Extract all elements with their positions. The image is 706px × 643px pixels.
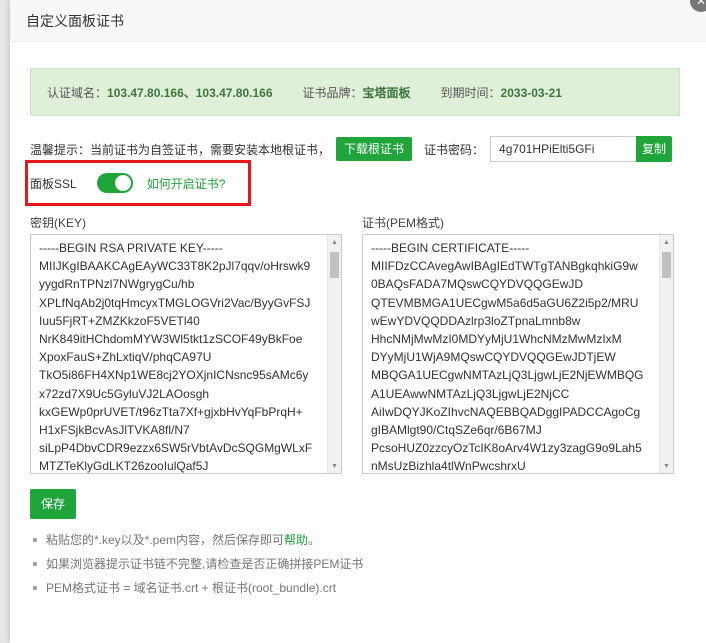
help-link[interactable]: 帮助 xyxy=(284,533,308,547)
hint-row: 温馨提示：当前证书为自签证书，需要安装本地根证书， 下载根证书 证书密码： 复制 xyxy=(30,136,673,162)
key-text-line: XPLfNqAb2j0tqHmcyxTMGLOGVri2Vac/ByyGvFSJ xyxy=(39,295,311,310)
cert-textarea[interactable]: -----BEGIN CERTIFICATE----- MIIFDzCCAvegA… xyxy=(362,234,674,474)
cert-text-line: -----BEGIN CERTIFICATE----- xyxy=(371,241,530,255)
cert-text-line: MBQGA1UECgwNMTAzLjQ3LjgwLjE2NjEWMBQG xyxy=(371,368,644,383)
copy-password-button[interactable]: 复制 xyxy=(636,136,673,162)
tips-list: 粘贴您的*.key以及*.pem内容，然后保存即可帮助。 如果浏览器提示证书链不… xyxy=(30,530,363,602)
key-text-line: MTZTeKlyGdLKT26zooIulQaf5J xyxy=(39,459,209,474)
bullet-dot-icon xyxy=(33,586,37,590)
cert-brand: 证书品牌：宝塔面板 xyxy=(303,84,411,101)
tip-item: 粘贴您的*.key以及*.pem内容，然后保存即可帮助。 xyxy=(30,530,363,554)
tip-item: 如果浏览器提示证书链不完整,请检查是否正确拼接PEM证书 xyxy=(30,554,363,578)
tip1-suffix: 。 xyxy=(308,533,321,547)
panel-ssl-toggle[interactable] xyxy=(96,173,133,193)
cert-label: 证书(PEM格式) xyxy=(362,216,444,230)
key-text-line: XpoxFauS+ZhLxtiqV/phqCA97U xyxy=(39,350,212,365)
key-text-line: TkO5i86FH4XNp1WE8cj2YOXjnICNsnc95sAMc6y xyxy=(39,368,309,383)
tip3-text: PEM格式证书 = 域名证书.crt + 根证书(root_bundle).cr… xyxy=(46,581,337,595)
key-text-line: NrK849itHChdomMYW3Wl5tkt1zSCOF49yBkFoe xyxy=(39,332,303,347)
hint-text: 温馨提示：当前证书为自签证书，需要安装本地根证书， xyxy=(30,142,331,157)
cert-text-line: 0BAQsFADA7MQswCQYDVQQGEwJD xyxy=(371,277,584,292)
key-textarea[interactable]: -----BEGIN RSA PRIVATE KEY----- MIIJKgIBA… xyxy=(30,234,342,474)
cert-brand-label: 证书品牌： xyxy=(302,85,363,100)
dialog-header: 自定义面板证书 xyxy=(10,0,706,42)
cert-text-line: PcsoHUZ0zzcyOzTcIK8oArv4W1zy3zagG9o9Lah5 xyxy=(371,441,642,456)
key-text-line: MIIJKgIBAAKCAgEAyWC33T8K2pJl7qqv/oHrswk9 xyxy=(39,259,311,274)
cert-text-line: MIIFDzCCAvegAwIBAgIEdTWTgTANBgkqhkiG9w xyxy=(371,259,638,274)
cert-brand-value: 宝塔面板 xyxy=(362,85,411,100)
scroll-down-arrow-icon[interactable]: ▼ xyxy=(660,459,673,473)
cert-expire-value: 2033-03-21 xyxy=(500,85,562,100)
key-scrollbar[interactable]: ▲ ▼ xyxy=(327,235,341,473)
cert-domain: 认证域名：103.47.80.166、103.47.80.166 xyxy=(47,84,273,101)
key-text-line: Iuu5FjRT+ZMZKkzoF5VETl40 xyxy=(39,313,200,328)
toggle-knob xyxy=(114,175,131,191)
bullet-dot-icon xyxy=(33,562,37,566)
scroll-thumb[interactable] xyxy=(330,252,339,278)
cert-text-line: HhcNMjMwMzI0MDYyMjU1WhcNMzMwMzIxM xyxy=(371,332,622,347)
tip1-text: 粘贴您的*.key以及*.pem内容，然后保存即可 xyxy=(46,533,285,547)
key-text-line: siLpP4DbvCDR9ezzx6SW5rVbtAvDcSQGMgWLxF xyxy=(39,441,313,456)
cert-expire-label: 到期时间： xyxy=(440,85,501,100)
cert-password-input[interactable] xyxy=(490,136,637,162)
cert-text-line: AiIwDQYJKoZIhvcNAQEBBQADggIPADCCAgoCg xyxy=(371,404,641,419)
cert-text-line: wEwYDVQQDDAzlrp3loZTpnaLmnb8w xyxy=(371,313,581,328)
custom-certificate-dialog: 自定义面板证书 认证域名：103.47.80.166、103.47.80.166… xyxy=(10,0,706,643)
cert-text-line: nMsUzBizhla4tlWnPwcshrxU xyxy=(371,459,526,474)
tip-item: PEM格式证书 = 域名证书.crt + 根证书(root_bundle).cr… xyxy=(30,578,363,602)
scroll-up-arrow-icon[interactable]: ▲ xyxy=(660,235,673,249)
key-textarea-content: -----BEGIN RSA PRIVATE KEY----- MIIJKgIBA… xyxy=(39,239,325,474)
cert-textarea-content: -----BEGIN CERTIFICATE----- MIIFDzCCAvegA… xyxy=(371,239,657,474)
save-button[interactable]: 保存 xyxy=(30,489,77,519)
dialog-title: 自定义面板证书 xyxy=(26,12,124,29)
key-text-line: kxGEWp0prUVET/t96zTta7Xf+gjxbHvYqFbPrqH+ xyxy=(39,404,303,419)
scroll-thumb[interactable] xyxy=(662,252,671,278)
key-text-line: yygdRnTPNzl7NWgrygCu/hb xyxy=(39,277,195,292)
panel-ssl-label: 面板SSL xyxy=(30,176,77,191)
cert-text-line: QTEVMBMGA1UECgwM5a6d5aGU6Z2i5p2/MRU xyxy=(371,295,639,310)
cert-text-line: gIBAMlgt90/CtqSZe6qr/6B67MJ xyxy=(371,423,542,438)
key-text-line: -----BEGIN RSA PRIVATE KEY----- xyxy=(39,241,223,255)
download-root-cert-button[interactable]: 下载根证书 xyxy=(336,137,413,161)
key-text-line: H1xFSjkBcvAsJlTVKA8fl/N7 xyxy=(39,423,190,438)
certificate-info-box: 认证域名：103.47.80.166、103.47.80.166 证书品牌：宝塔… xyxy=(30,68,680,116)
panel-ssl-row: 面板SSL 如何开启证书? xyxy=(30,172,225,194)
cert-expire: 到期时间：2033-03-21 xyxy=(441,84,562,101)
cert-scrollbar[interactable]: ▲ ▼ xyxy=(659,235,673,473)
key-text-line: x72zd7X9Uc5GyluVJ2LAOosgh xyxy=(39,386,210,401)
cert-text-line: DYyMjU1WjA9MQswCQYDVQQGEwJDTjEW xyxy=(371,350,616,365)
tip2-text: 如果浏览器提示证书链不完整,请检查是否正确拼接PEM证书 xyxy=(46,557,364,571)
scroll-down-arrow-icon[interactable]: ▼ xyxy=(328,459,341,473)
cert-domain-label: 认证域名： xyxy=(47,85,108,100)
cert-domain-value: 103.47.80.166、103.47.80.166 xyxy=(107,85,273,100)
key-label: 密钥(KEY) xyxy=(30,216,87,230)
bullet-dot-icon xyxy=(33,538,37,542)
scroll-up-arrow-icon[interactable]: ▲ xyxy=(328,235,341,249)
cert-password-label: 证书密码： xyxy=(424,142,485,157)
cert-text-line: A1UEAwwNMTAzLjQ3LjgwLjE2NjCC xyxy=(371,386,570,401)
how-to-enable-link[interactable]: 如何开启证书? xyxy=(147,175,226,192)
